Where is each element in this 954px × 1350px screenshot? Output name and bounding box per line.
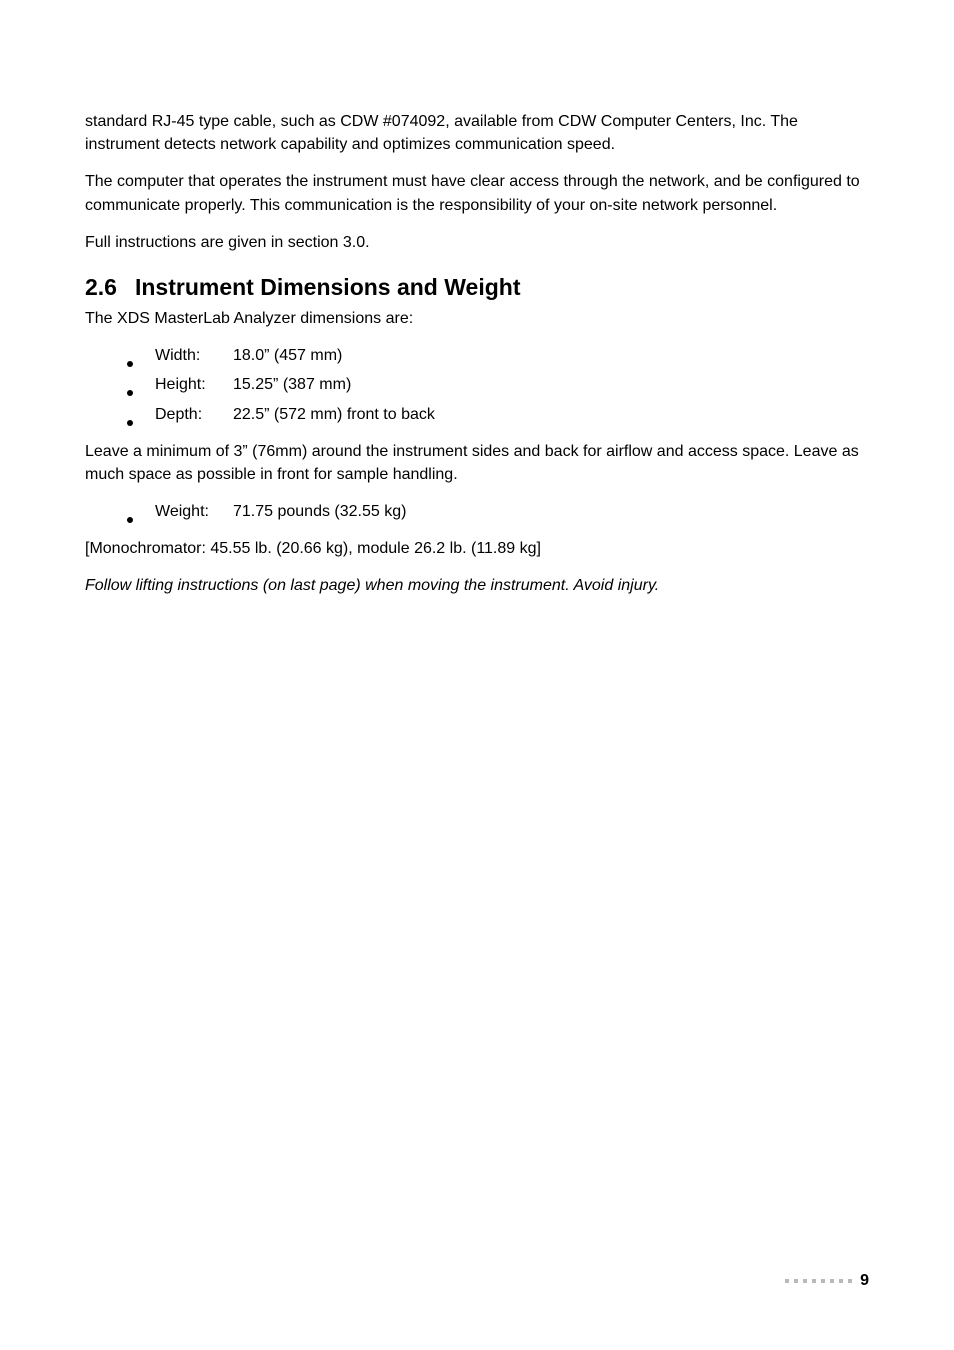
dimensions-list: Width: 18.0” (457 mm) Height: 15.25” (38… xyxy=(85,344,869,426)
spacing-note: Leave a minimum of 3” (76mm) around the … xyxy=(85,440,869,486)
list-item: Depth: 22.5” (572 mm) front to back xyxy=(85,403,869,426)
intro-line: The XDS MasterLab Analyzer dimensions ar… xyxy=(85,307,869,330)
list-item: Width: 18.0” (457 mm) xyxy=(85,344,869,367)
paragraph-full-instructions: Full instructions are given in section 3… xyxy=(85,231,869,254)
footer-dots-icon xyxy=(785,1279,852,1283)
section-heading: 2.6 Instrument Dimensions and Weight xyxy=(85,274,869,301)
page-footer: 9 xyxy=(785,1272,869,1290)
paragraph-network-access: The computer that operates the instrumen… xyxy=(85,170,869,216)
list-item: Height: 15.25” (387 mm) xyxy=(85,373,869,396)
list-item: Weight: 71.75 pounds (32.55 kg) xyxy=(85,500,869,523)
dim-value: 15.25” (387 mm) xyxy=(233,373,869,396)
heading-title: Instrument Dimensions and Weight xyxy=(135,274,521,301)
paragraph-rj45: standard RJ-45 type cable, such as CDW #… xyxy=(85,110,869,156)
bullet-icon xyxy=(127,361,133,367)
monochromator-line: [Monochromator: 45.55 lb. (20.66 kg), mo… xyxy=(85,537,869,560)
dim-label: Width: xyxy=(155,344,233,367)
heading-number: 2.6 xyxy=(85,274,117,301)
weight-value: 71.75 pounds (32.55 kg) xyxy=(233,500,869,523)
page-number: 9 xyxy=(860,1272,869,1290)
dim-value: 18.0” (457 mm) xyxy=(233,344,869,367)
dim-value: 22.5” (572 mm) front to back xyxy=(233,403,869,426)
bullet-icon xyxy=(127,390,133,396)
weight-list: Weight: 71.75 pounds (32.55 kg) xyxy=(85,500,869,523)
dim-label: Depth: xyxy=(155,403,233,426)
bullet-icon xyxy=(127,420,133,426)
bullet-icon xyxy=(127,517,133,523)
lifting-note: Follow lifting instructions (on last pag… xyxy=(85,574,869,597)
dim-label: Height: xyxy=(155,373,233,396)
page: standard RJ-45 type cable, such as CDW #… xyxy=(0,0,954,1350)
weight-label: Weight: xyxy=(155,500,233,523)
